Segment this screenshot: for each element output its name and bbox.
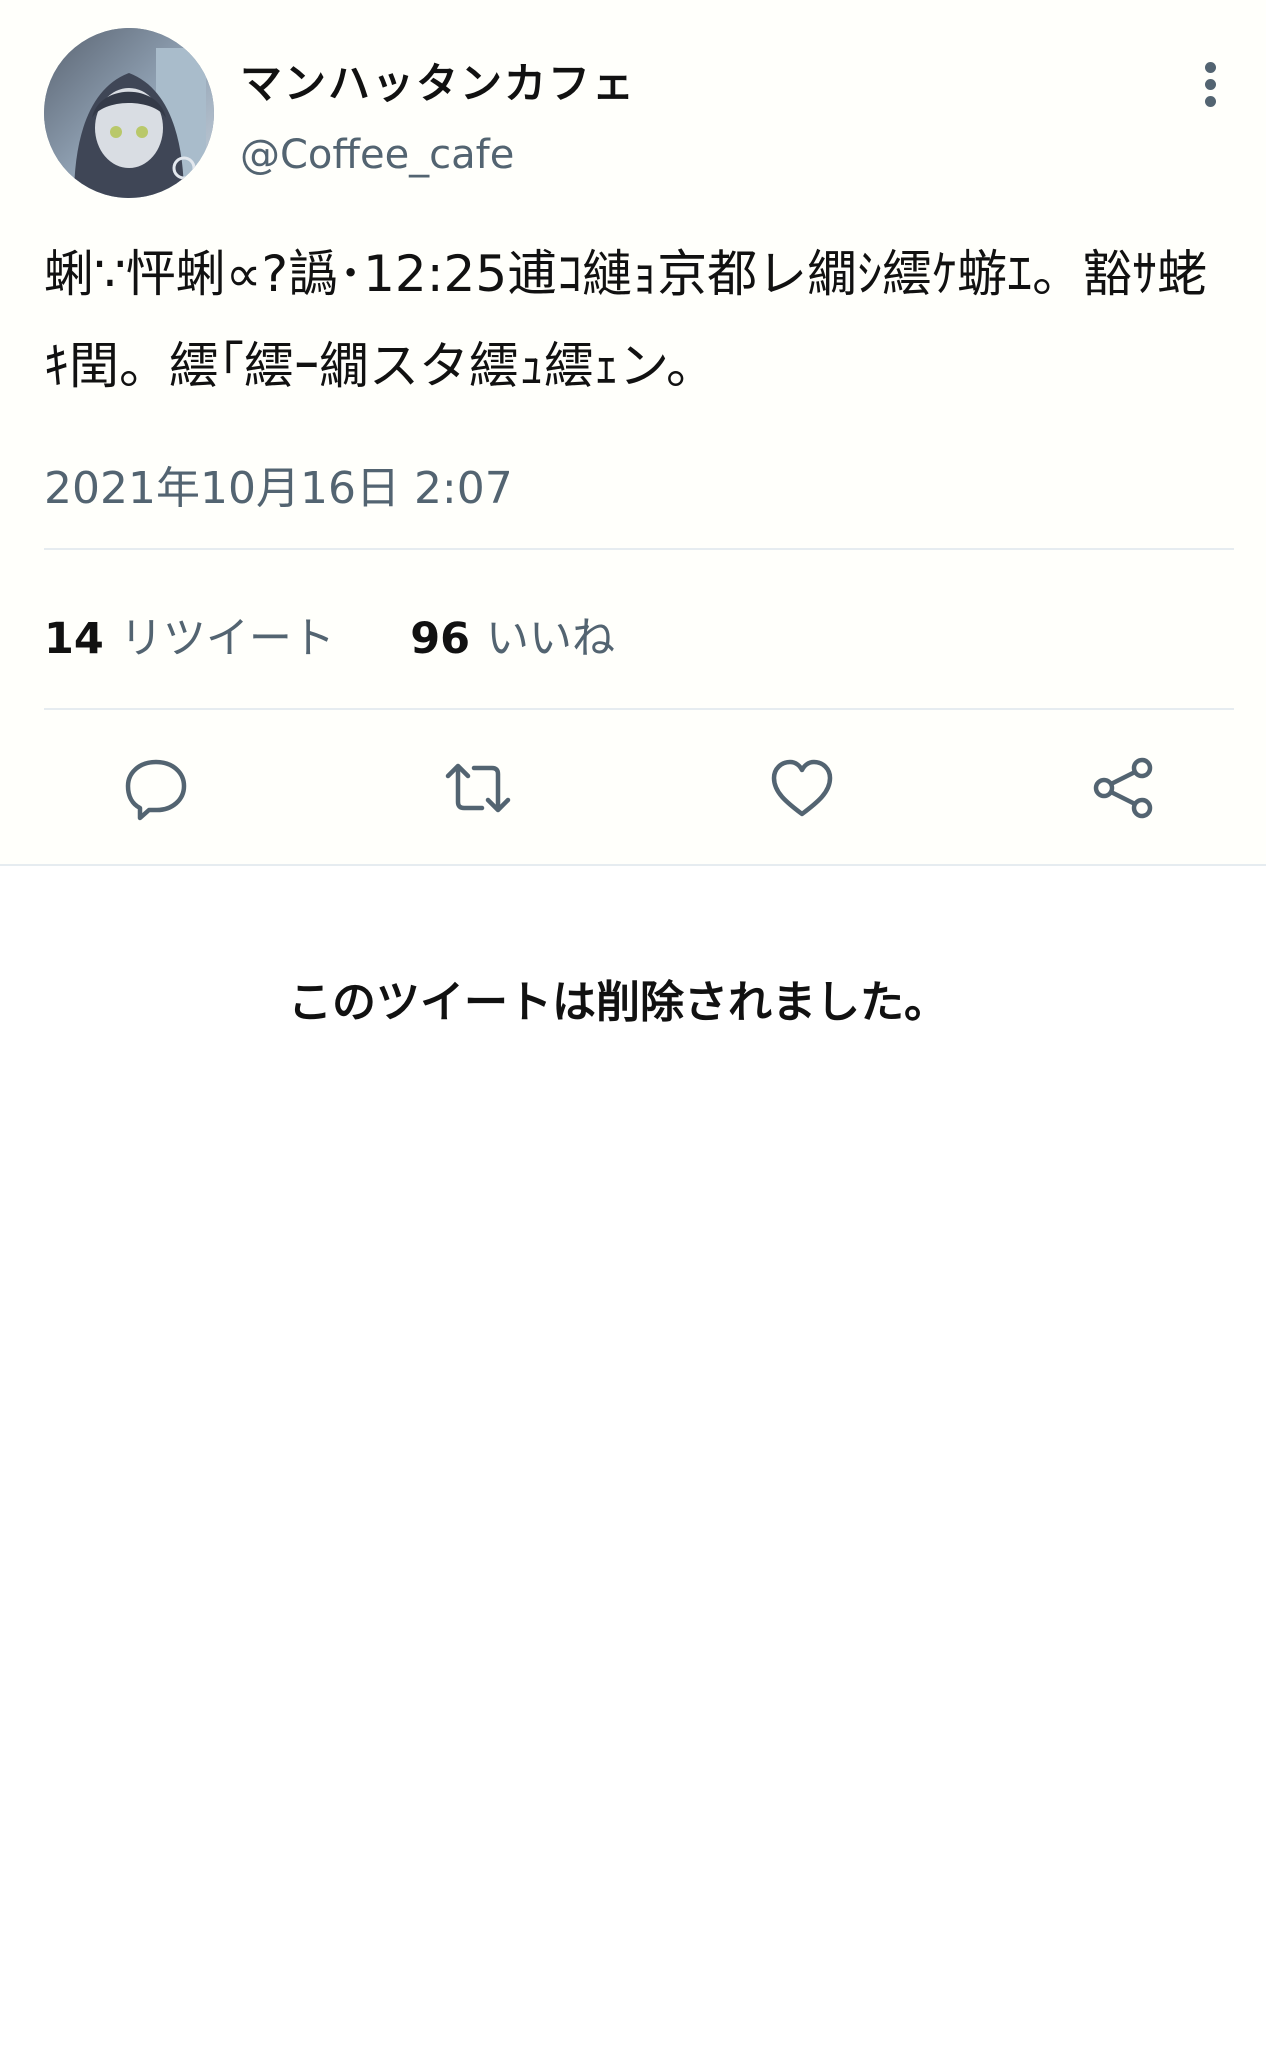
divider (44, 548, 1234, 550)
retweet-icon[interactable] (442, 752, 514, 824)
more-vertical-icon[interactable] (1190, 56, 1234, 112)
retweet-label: リツイート (119, 614, 335, 664)
avatar[interactable] (44, 28, 214, 198)
retweet-count-link[interactable]: 14 リツイート (44, 614, 349, 664)
tweet-timestamp[interactable]: 2021年10月16日 2:07 (44, 452, 513, 516)
display-name[interactable]: マンハッタンカフェ (240, 50, 636, 111)
tweet-detail: マンハッタンカフェ @Coffee_cafe 蜊∵怦蜊∝?譌･12:25逋ｺ縺ｮ… (0, 0, 1266, 866)
heart-icon[interactable] (766, 752, 838, 824)
divider (44, 708, 1234, 710)
like-count-link[interactable]: 96 いいね (410, 614, 615, 664)
like-label: いいね (486, 614, 616, 664)
tweet-stats: 14 リツイート 96 いいね (44, 604, 615, 666)
reply-icon[interactable] (120, 752, 192, 824)
retweet-count: 14 (44, 614, 104, 664)
like-count: 96 (410, 614, 471, 664)
username-handle[interactable]: @Coffee_cafe (240, 132, 514, 178)
tweet-text: 蜊∵怦蜊∝?譌･12:25逋ｺ縺ｮ京都レ繝ｼ繧ｹ蝣ｴ。豁ｻ蛯ｷ閏。繧｢繧ｰ繝スタ… (44, 245, 1208, 395)
divider (0, 864, 1266, 866)
deleted-tweet-notice: このツイートは削除されました。 (288, 977, 948, 1028)
share-icon[interactable] (1088, 752, 1160, 824)
